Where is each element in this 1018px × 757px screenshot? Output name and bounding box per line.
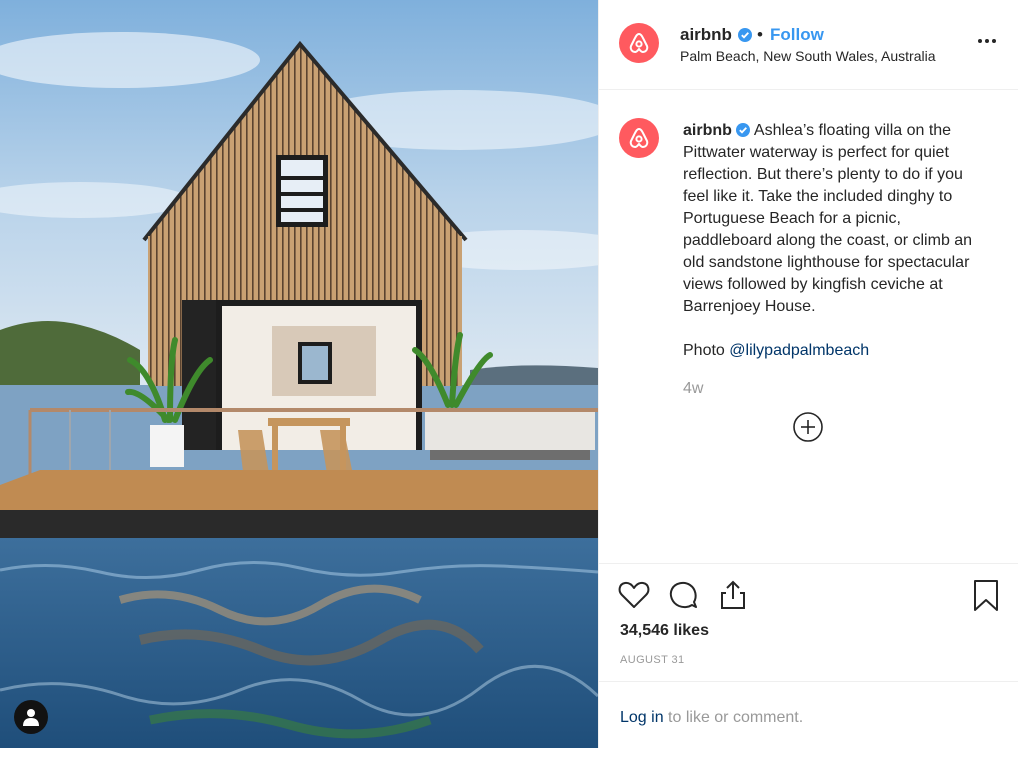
post-details-panel: airbnb • Follow Palm Beach, New South Wa… xyxy=(598,0,1018,748)
like-count[interactable]: 34,546 likes xyxy=(620,622,709,640)
header-username[interactable]: airbnb xyxy=(680,25,732,45)
post-actions: 34,546 likes AUGUST 31 xyxy=(599,563,1018,681)
caption-avatar[interactable] xyxy=(619,118,659,158)
post-date[interactable]: AUGUST 31 xyxy=(620,654,685,666)
airbnb-logo-icon xyxy=(629,128,649,148)
heart-icon[interactable] xyxy=(617,578,651,612)
post-header: airbnb • Follow Palm Beach, New South Wa… xyxy=(599,0,1018,90)
caption-text: Ashlea’s floating villa on the Pittwater… xyxy=(683,122,973,315)
plus-circle-icon[interactable] xyxy=(792,411,824,443)
user-icon xyxy=(23,709,39,726)
verified-badge-icon xyxy=(738,28,752,42)
caption-username[interactable]: airbnb xyxy=(683,122,732,139)
photo-credit: Photo @lilypadpalmbeach xyxy=(683,340,983,362)
verified-badge-icon xyxy=(736,123,751,137)
more-options-icon[interactable] xyxy=(975,34,999,48)
login-prompt: Log in to like or comment. xyxy=(620,709,803,727)
photo-credit-prefix: Photo xyxy=(683,342,725,359)
header-separator: • xyxy=(757,25,763,44)
caption-body: airbnb Ashlea’s floating villa on the Pi… xyxy=(683,120,983,400)
floating-villa-photo xyxy=(0,0,598,748)
login-link[interactable]: Log in xyxy=(620,709,664,726)
bookmark-icon[interactable] xyxy=(969,578,1003,612)
follow-button[interactable]: Follow xyxy=(770,25,824,45)
post-photo[interactable] xyxy=(0,0,598,748)
share-icon[interactable] xyxy=(716,578,750,612)
photo-credit-handle[interactable]: @lilypadpalmbeach xyxy=(729,342,869,359)
avatar[interactable] xyxy=(619,23,659,63)
caption-timestamp[interactable]: 4w xyxy=(683,378,983,400)
comment-icon[interactable] xyxy=(666,578,700,612)
login-prompt-text: to like or comment. xyxy=(663,709,804,726)
airbnb-logo-icon xyxy=(629,33,649,53)
user-tag-button[interactable] xyxy=(14,700,48,734)
comment-section: Log in to like or comment. xyxy=(599,681,1018,748)
location-link[interactable]: Palm Beach, New South Wales, Australia xyxy=(680,48,936,64)
